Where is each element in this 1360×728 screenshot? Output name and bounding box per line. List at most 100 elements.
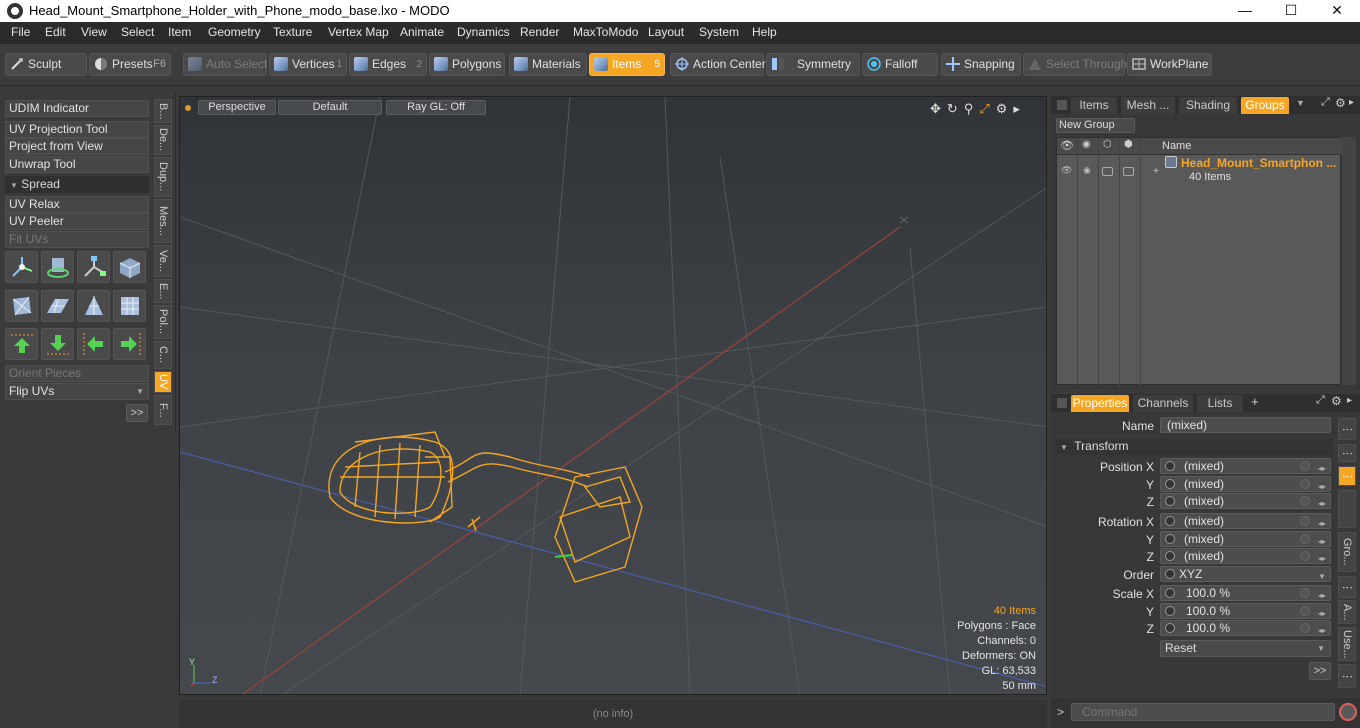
chevron-down-icon[interactable]: ▼ xyxy=(1296,98,1305,108)
expand-icon[interactable]: ⤢ xyxy=(1321,96,1330,109)
rotation-x-field[interactable]: (mixed) ◂▸ xyxy=(1160,513,1331,529)
uv-rotate-icon[interactable] xyxy=(41,251,74,283)
unwrap-tool-button[interactable]: Unwrap Tool xyxy=(5,156,149,173)
side-tab-a[interactable]: A... xyxy=(1338,600,1356,624)
vtab-b[interactable]: B... xyxy=(154,99,172,123)
arrow-right-icon[interactable] xyxy=(113,328,146,360)
position-z-field[interactable]: (mixed) ◂▸ xyxy=(1160,493,1331,509)
visibility-eye-icon[interactable]: 👁 xyxy=(1061,165,1072,176)
sculpt-button[interactable]: Sculpt xyxy=(5,53,87,76)
3d-viewport[interactable]: Perspective Default Ray GL: Off ✥ ↻ ⚲ ⤢ … xyxy=(179,96,1047,695)
scale-y-field[interactable]: 100.0 % ◂▸ xyxy=(1160,603,1331,619)
vtab-mesh[interactable]: Mes... xyxy=(154,199,172,243)
new-group-button[interactable]: New Group xyxy=(1056,118,1135,133)
select-icon[interactable]: ⬢ xyxy=(1124,139,1133,150)
name-column-header[interactable]: Name xyxy=(1162,140,1191,152)
name-field[interactable]: (mixed) xyxy=(1160,417,1331,433)
add-tab-button[interactable]: + xyxy=(1251,394,1259,409)
rotate-view-icon[interactable]: ↻ xyxy=(947,101,958,117)
flip-uvs-dropdown[interactable]: Flip UVs ▼ xyxy=(5,383,149,400)
side-tab-active[interactable]: ⋮ xyxy=(1338,466,1356,486)
menu-help[interactable]: Help xyxy=(752,25,777,39)
rotation-z-field[interactable]: (mixed) ◂▸ xyxy=(1160,548,1331,564)
vtab-uv[interactable]: UV xyxy=(154,371,172,393)
uv-unwrap-icon[interactable] xyxy=(5,290,38,322)
group-name[interactable]: Head_Mount_Smartphon ... xyxy=(1181,156,1336,170)
menu-item[interactable]: Item xyxy=(168,25,191,39)
render-icon[interactable]: ◉ xyxy=(1082,139,1091,150)
rotation-y-field[interactable]: (mixed) ◂▸ xyxy=(1160,531,1331,547)
menu-view[interactable]: View xyxy=(81,25,107,39)
gear-icon[interactable]: ⚙ xyxy=(996,101,1008,117)
menu-dynamics[interactable]: Dynamics xyxy=(457,25,510,39)
reset-dropdown[interactable]: Reset ▼ xyxy=(1160,640,1331,657)
uv-relax-button[interactable]: UV Relax xyxy=(5,196,149,213)
edges-button[interactable]: Edges 2 xyxy=(349,53,427,76)
select-checkbox[interactable] xyxy=(1123,167,1134,176)
menu-render[interactable]: Render xyxy=(520,25,559,39)
menu-geometry[interactable]: Geometry xyxy=(208,25,261,39)
visibility-eye-icon[interactable]: 👁 xyxy=(1060,139,1074,152)
workplane-button[interactable]: WorkPlane xyxy=(1127,53,1212,76)
falloff-button[interactable]: Falloff xyxy=(862,53,938,76)
gear-icon[interactable]: ⚙ xyxy=(1331,394,1342,408)
side-tab-groups[interactable]: Gro... xyxy=(1338,532,1356,572)
props-more-button[interactable]: >> xyxy=(1309,662,1331,680)
default-style-dropdown[interactable]: Default xyxy=(278,100,382,115)
more-button[interactable]: >> xyxy=(126,404,148,422)
menu-vertex-map[interactable]: Vertex Map xyxy=(328,25,389,39)
vtab-f[interactable]: F... xyxy=(154,395,172,425)
tab-properties[interactable]: Properties xyxy=(1071,395,1129,412)
arrow-left-icon[interactable] xyxy=(77,328,110,360)
vtab-polygon[interactable]: Pol... xyxy=(154,305,172,339)
vtab-c[interactable]: C... xyxy=(154,341,172,369)
uv-grid-icon[interactable] xyxy=(113,290,146,322)
tab-lists[interactable]: Lists xyxy=(1197,395,1243,412)
uv-scale-icon[interactable] xyxy=(77,251,110,283)
raygl-dropdown[interactable]: Ray GL: Off xyxy=(386,100,486,115)
record-icon[interactable] xyxy=(1339,703,1357,721)
items-button[interactable]: Items 5 xyxy=(589,53,665,76)
arrow-down-icon[interactable] xyxy=(41,328,74,360)
presets-button[interactable]: Presets F6 xyxy=(89,53,171,76)
lock-checkbox[interactable] xyxy=(1102,167,1113,176)
scale-z-field[interactable]: 100.0 % ◂▸ xyxy=(1160,620,1331,636)
select-through-button[interactable]: Select Through xyxy=(1023,53,1127,76)
tab-mesh[interactable]: Mesh ... xyxy=(1121,97,1175,114)
position-x-field[interactable]: (mixed) ◂▸ xyxy=(1160,458,1331,474)
spread-section[interactable]: ▼ Spread xyxy=(5,176,149,193)
project-from-view-button[interactable]: Project from View xyxy=(5,138,149,155)
menu-texture[interactable]: Texture xyxy=(273,25,312,39)
uv-transform-icon[interactable] xyxy=(5,251,38,283)
menu-file[interactable]: File xyxy=(11,25,30,39)
command-input[interactable] xyxy=(1071,703,1335,721)
tab-channels[interactable]: Channels xyxy=(1133,395,1193,412)
uv-cone-icon[interactable] xyxy=(77,290,110,322)
side-tab-user[interactable]: Use... xyxy=(1338,627,1356,661)
move-view-icon[interactable]: ✥ xyxy=(930,101,941,117)
side-tab-blank[interactable] xyxy=(1338,490,1356,528)
uv-peeler-button[interactable]: UV Peeler xyxy=(5,213,149,230)
vertices-button[interactable]: Vertices 1 xyxy=(269,53,347,76)
fit-view-icon[interactable]: ⤢ xyxy=(979,101,989,117)
symmetry-button[interactable]: Symmetry xyxy=(766,53,860,76)
menu-edit[interactable]: Edit xyxy=(45,25,66,39)
play-arrow-icon[interactable]: ▸ xyxy=(1349,97,1354,108)
snapping-button[interactable]: Snapping xyxy=(941,53,1021,76)
action-center-button[interactable]: Action Center xyxy=(670,53,766,76)
side-tab-dots-4[interactable]: ⋮ xyxy=(1338,664,1356,688)
zoom-view-icon[interactable]: ⚲ xyxy=(964,101,974,117)
scale-x-field[interactable]: 100.0 % ◂▸ xyxy=(1160,585,1331,601)
group-row[interactable]: 👁 ◉ + Head_Mount_Smartphon ... 40 Items xyxy=(1057,156,1342,186)
udim-indicator-button[interactable]: UDIM Indicator xyxy=(5,100,149,117)
vtab-duplicate[interactable]: Dup... xyxy=(154,157,172,197)
expand-icon[interactable]: ⤢ xyxy=(1316,394,1325,407)
expand-plus-icon[interactable]: + xyxy=(1153,166,1159,177)
render-icon[interactable]: ◉ xyxy=(1083,165,1091,176)
vtab-edge[interactable]: E... xyxy=(154,279,172,303)
menu-select[interactable]: Select xyxy=(121,25,154,39)
side-tab-dots-3[interactable]: ⋮ xyxy=(1338,576,1356,598)
side-tab-dots-2[interactable]: ⋮ xyxy=(1338,444,1356,462)
polygons-button[interactable]: Polygons xyxy=(429,53,505,76)
minimize-button[interactable]: — xyxy=(1222,0,1268,22)
